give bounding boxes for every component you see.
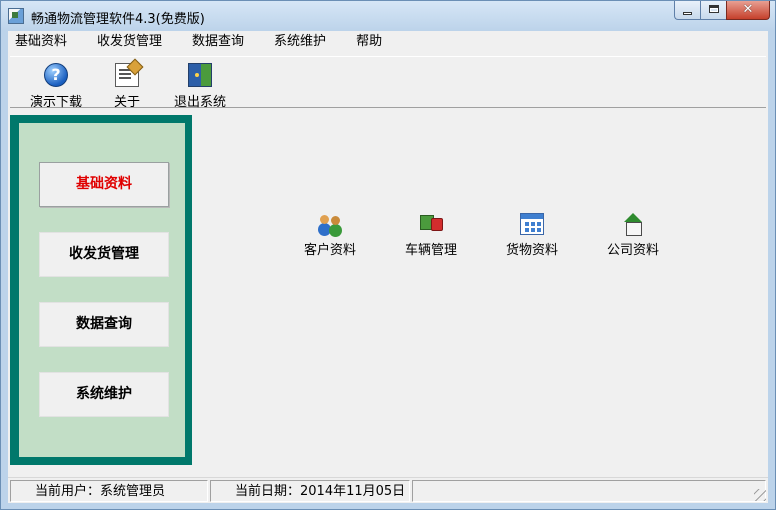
- goods-data-label: 货物资料: [505, 243, 558, 258]
- title-bar[interactable]: 畅通物流管理软件4.3(免费版) ✕: [1, 1, 775, 31]
- app-window: 畅通物流管理软件4.3(免费版) ✕ 基础资料 收发货管理 数据查询 系统维护 …: [0, 0, 776, 510]
- nav-basic-data[interactable]: 基础资料: [39, 162, 169, 207]
- help-icon: [44, 63, 68, 87]
- menu-help[interactable]: 帮助: [348, 31, 390, 53]
- menu-maintenance[interactable]: 系统维护: [266, 31, 334, 53]
- customers-icon: [318, 213, 342, 235]
- company-house-icon: [621, 213, 645, 236]
- menu-bar: 基础资料 收发货管理 数据查询 系统维护 帮助: [8, 31, 768, 53]
- demo-download-button[interactable]: 演示下载: [30, 63, 82, 110]
- nav-shipping[interactable]: 收发货管理: [39, 232, 169, 277]
- customer-data-button[interactable]: 客户资料: [295, 213, 365, 258]
- window-title: 畅通物流管理软件4.3(免费版): [31, 12, 205, 27]
- app-icon[interactable]: [8, 8, 24, 24]
- maximize-icon: [709, 5, 719, 13]
- company-data-button[interactable]: 公司资料: [598, 213, 668, 258]
- menu-shipping[interactable]: 收发货管理: [89, 31, 170, 53]
- exit-system-label: 退出系统: [174, 95, 227, 110]
- goods-icon: [520, 213, 544, 235]
- about-icon: [115, 63, 139, 87]
- status-current-user: 当前用户：系统管理员: [10, 480, 208, 502]
- maximize-button[interactable]: [700, 1, 726, 20]
- status-current-date: 当前日期：2014年11月05日: [210, 480, 410, 502]
- main-area: 客户资料 车辆管理 货物资料 公司资料: [194, 115, 768, 465]
- minimize-button[interactable]: [674, 1, 700, 20]
- menu-query[interactable]: 数据查询: [184, 31, 252, 53]
- exit-door-icon: [188, 63, 212, 87]
- nav-maintenance[interactable]: 系统维护: [39, 372, 169, 417]
- status-bar: 当前用户：系统管理员 当前日期：2014年11月05日: [8, 477, 768, 503]
- close-button[interactable]: ✕: [726, 1, 770, 20]
- resize-grip[interactable]: [754, 489, 766, 501]
- vehicle-management-button[interactable]: 车辆管理: [396, 213, 466, 258]
- left-nav-inner: 基础资料 收发货管理 数据查询 系统维护: [19, 123, 185, 457]
- about-label: 关于: [114, 95, 141, 110]
- nav-query[interactable]: 数据查询: [39, 302, 169, 347]
- vehicle-management-label: 车辆管理: [404, 243, 457, 258]
- close-icon: ✕: [742, 2, 754, 17]
- customer-data-label: 客户资料: [303, 243, 356, 258]
- truck-icon: [419, 213, 443, 235]
- goods-data-button[interactable]: 货物资料: [497, 213, 567, 258]
- left-nav-panel: 基础资料 收发货管理 数据查询 系统维护: [10, 115, 192, 465]
- caption-buttons: ✕: [674, 1, 770, 21]
- exit-system-button[interactable]: 退出系统: [174, 63, 226, 110]
- status-empty-pane: [412, 480, 766, 502]
- client-area: 基础资料 收发货管理 数据查询 系统维护 帮助 演示下载 关于 退出系统 基础资…: [8, 31, 768, 503]
- company-data-label: 公司资料: [606, 243, 659, 258]
- minimize-icon: [683, 12, 692, 15]
- about-button[interactable]: 关于: [114, 63, 140, 110]
- menu-basic-data[interactable]: 基础资料: [7, 31, 75, 53]
- demo-download-label: 演示下载: [30, 95, 83, 110]
- toolbar: 演示下载 关于 退出系统: [10, 56, 766, 110]
